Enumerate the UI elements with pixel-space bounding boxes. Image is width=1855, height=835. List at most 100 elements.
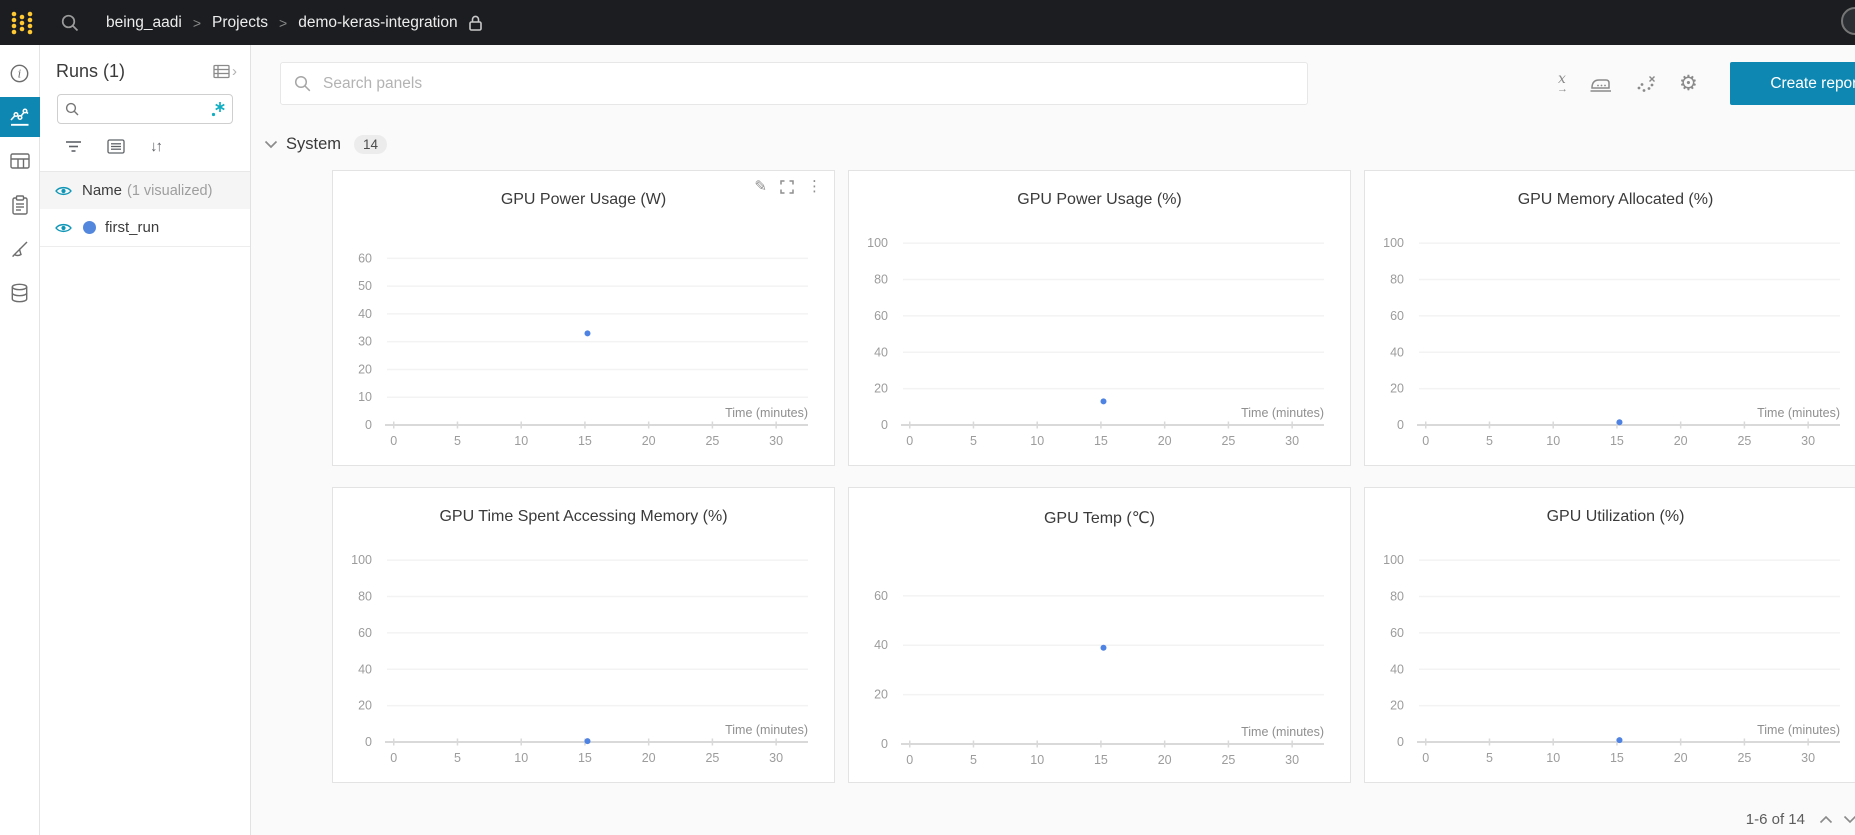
svg-text:25: 25 (705, 434, 719, 448)
workspace-settings-gear-icon[interactable]: ⚙ (1679, 73, 1698, 94)
scatter-chart[interactable]: 020406080100051015202530Time (minutes) (849, 213, 1352, 463)
svg-text:20: 20 (874, 382, 888, 396)
page-up-chevron-icon[interactable] (1819, 815, 1833, 824)
svg-text:20: 20 (1390, 699, 1404, 713)
logs-clipboard-icon[interactable] (0, 185, 40, 225)
create-report-button[interactable]: Create report (1730, 62, 1855, 105)
svg-text:40: 40 (358, 662, 372, 676)
svg-text:10: 10 (514, 751, 528, 765)
svg-text:10: 10 (1546, 434, 1560, 448)
sweeps-broom-icon[interactable] (0, 229, 40, 269)
x-axis-settings-icon[interactable]: x → (1557, 72, 1567, 95)
run-color-dot (83, 221, 96, 234)
svg-text:10: 10 (358, 390, 372, 404)
svg-text:60: 60 (358, 251, 372, 265)
fullscreen-panel-icon[interactable] (780, 180, 794, 194)
search-panels-input[interactable] (280, 62, 1308, 105)
visualized-count: (1 visualized) (127, 183, 212, 199)
svg-text:Time (minutes): Time (minutes) (1757, 723, 1840, 737)
svg-text:100: 100 (1383, 236, 1404, 250)
svg-text:60: 60 (1390, 309, 1404, 323)
breadcrumb-item[interactable]: being_aadi (106, 14, 182, 32)
chart-panel[interactable]: ✎ ⋮ GPU Power Usage (%) 0204060801000510… (848, 170, 1351, 466)
scatter-chart[interactable]: 020406080100051015202530Time (minutes) (1365, 530, 1855, 780)
section-collapse-chevron-icon[interactable] (264, 140, 278, 149)
scatter-chart[interactable]: 0204060051015202530Time (minutes) (849, 532, 1352, 782)
global-search-icon[interactable] (60, 13, 80, 33)
svg-text:5: 5 (1486, 434, 1493, 448)
smoothing-iron-icon[interactable] (1589, 75, 1613, 93)
name-column-header: Name (82, 182, 122, 199)
panel-menu-kebab-icon[interactable]: ⋮ (807, 179, 822, 194)
page-down-chevron-icon[interactable] (1843, 815, 1855, 824)
scatter-chart[interactable]: 020406080100051015202530Time (minutes) (333, 530, 836, 780)
run-name: first_run (105, 219, 159, 236)
panel-title: GPU Time Spent Accessing Memory (%) (333, 508, 834, 526)
chart-panel[interactable]: ✎ ⋮ GPU Time Spent Accessing Memory (%) … (332, 487, 835, 783)
avatar[interactable] (1841, 7, 1855, 35)
svg-text:10: 10 (1030, 434, 1044, 448)
run-row[interactable]: first_run (40, 209, 250, 247)
svg-text:30: 30 (769, 751, 783, 765)
breadcrumb-item[interactable]: demo-keras-integration (298, 14, 457, 32)
visibility-eye-icon[interactable] (55, 185, 72, 197)
pagination: 1-6 of 14 (1746, 811, 1851, 828)
svg-text:20: 20 (642, 751, 656, 765)
group-list-icon[interactable] (107, 139, 125, 154)
svg-text:20: 20 (642, 434, 656, 448)
overview-info-icon[interactable]: i (0, 53, 40, 93)
run-visibility-eye-icon[interactable] (55, 222, 72, 234)
pagination-label: 1-6 of 14 (1746, 811, 1805, 828)
system-section-header: System 14 (264, 135, 387, 154)
svg-text:Time (minutes): Time (minutes) (725, 723, 808, 737)
svg-text:60: 60 (358, 626, 372, 640)
breadcrumb-separator: > (268, 15, 298, 31)
panel-title: GPU Memory Allocated (%) (1365, 191, 1855, 209)
svg-text:0: 0 (881, 737, 888, 751)
runs-sidebar: Runs (1) › (40, 45, 251, 835)
svg-text:0: 0 (881, 418, 888, 432)
breadcrumb-item[interactable]: Projects (212, 14, 268, 32)
svg-text:20: 20 (1158, 434, 1172, 448)
sort-icon[interactable]: ↓↑ (150, 138, 161, 155)
svg-text:15: 15 (1094, 753, 1108, 767)
svg-text:10: 10 (514, 434, 528, 448)
runs-search-icon (65, 102, 79, 116)
lock-icon (467, 14, 484, 32)
scatter-chart[interactable]: 0102030405060051015202530Time (minutes) (333, 213, 836, 463)
svg-text:40: 40 (874, 345, 888, 359)
svg-text:20: 20 (358, 362, 372, 376)
svg-text:80: 80 (358, 590, 372, 604)
svg-text:20: 20 (1674, 434, 1688, 448)
runs-table-icon[interactable] (0, 141, 40, 181)
regex-toggle-icon[interactable] (211, 101, 226, 117)
outliers-scatter-icon[interactable] (1635, 74, 1657, 94)
svg-text:5: 5 (1486, 751, 1493, 765)
svg-text:80: 80 (1390, 273, 1404, 287)
svg-text:80: 80 (1390, 590, 1404, 604)
chart-panel[interactable]: ✎ ⋮ GPU Memory Allocated (%) 02040608010… (1364, 170, 1855, 466)
svg-text:50: 50 (358, 279, 372, 293)
filter-funnel-icon[interactable] (65, 140, 82, 153)
runs-search-input[interactable] (57, 94, 233, 124)
breadcrumb: being_aadi>Projects>demo-keras-integrati… (106, 14, 458, 32)
svg-text:5: 5 (970, 753, 977, 767)
svg-text:25: 25 (1221, 753, 1235, 767)
svg-text:100: 100 (351, 553, 372, 567)
chart-panel[interactable]: ✎ ⋮ GPU Power Usage (W) 0102030405060051… (332, 170, 835, 466)
svg-text:0: 0 (906, 434, 913, 448)
wandb-logo-icon[interactable] (9, 8, 36, 37)
workspace-chart-icon[interactable] (0, 97, 40, 137)
artifacts-database-icon[interactable] (0, 273, 40, 313)
edit-panel-pencil-icon[interactable]: ✎ (754, 179, 767, 194)
svg-text:20: 20 (1674, 751, 1688, 765)
panels-grid: ✎ ⋮ GPU Power Usage (W) 0102030405060051… (332, 170, 1855, 783)
svg-text:Time (minutes): Time (minutes) (1241, 725, 1324, 739)
top-navbar: being_aadi>Projects>demo-keras-integrati… (0, 0, 1855, 45)
chart-panel[interactable]: ✎ ⋮ GPU Utilization (%) 0204060801000510… (1364, 487, 1855, 783)
svg-text:0: 0 (1397, 735, 1404, 749)
svg-text:30: 30 (1801, 434, 1815, 448)
chart-panel[interactable]: ✎ ⋮ GPU Temp (℃) 0204060051015202530Time… (848, 487, 1351, 783)
scatter-chart[interactable]: 020406080100051015202530Time (minutes) (1365, 213, 1855, 463)
expand-runs-table-icon[interactable]: › (213, 63, 237, 80)
